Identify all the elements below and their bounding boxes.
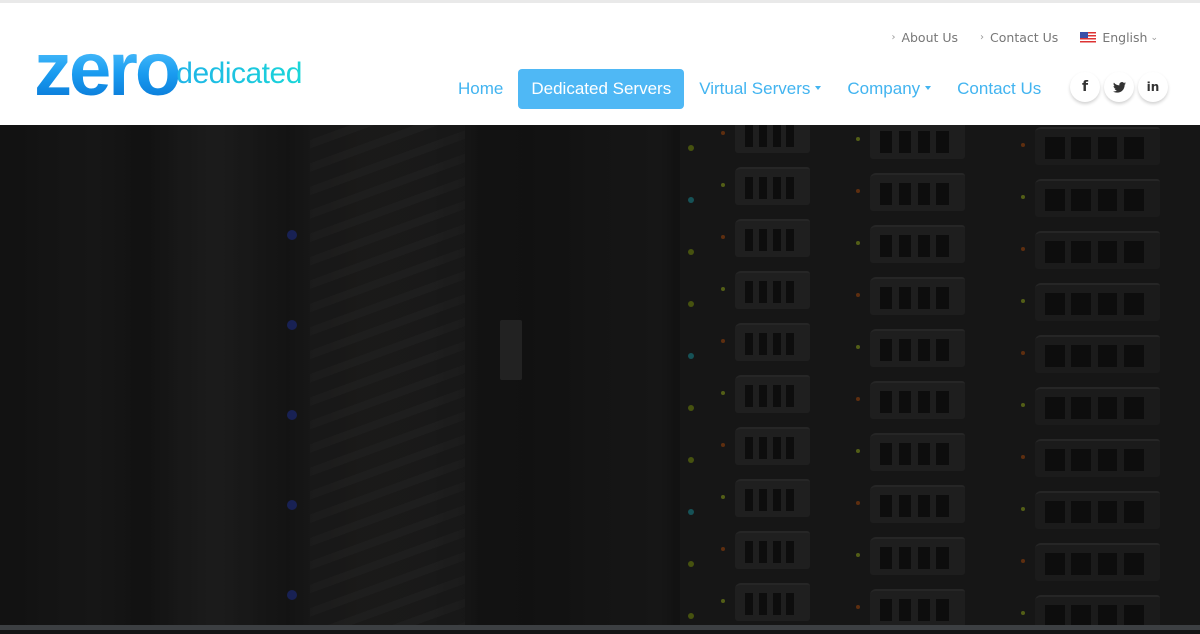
twitter-icon [1112,81,1126,93]
nav-label: Home [458,79,504,98]
chevron-right-icon: › [891,32,896,43]
nav-label: Virtual Servers [699,79,811,98]
caret-down-icon [925,85,932,90]
nav-company[interactable]: Company [836,69,942,109]
linkedin-button[interactable]: in [1138,72,1168,102]
twitter-button[interactable] [1104,72,1134,102]
linkedin-icon: in [1146,80,1160,94]
nav-dedicated-servers[interactable]: Dedicated Servers [518,69,685,109]
hero-banner [0,125,1200,625]
site-header: zero dedicated › About Us › Contact Us E… [0,3,1200,125]
social-links: f in [1070,72,1172,102]
logo-main-text: zero [34,27,181,112]
nav-label: Company [847,79,921,98]
nav-virtual-servers[interactable]: Virtual Servers [688,69,832,109]
language-label: English [1102,30,1148,45]
chevron-right-icon: › [980,32,985,43]
bottom-edge [0,630,1200,634]
utility-link-about-us[interactable]: › About Us [891,30,958,45]
hero-overlay [0,125,1200,625]
utility-nav: › About Us › Contact Us English ⌄ [869,30,1158,45]
us-flag-icon [1080,32,1097,43]
nav-contact-us[interactable]: Contact Us [946,69,1052,109]
nav-label: Dedicated Servers [531,79,672,98]
facebook-button[interactable]: f [1070,72,1100,102]
nav-label: Contact Us [957,79,1042,98]
chevron-down-icon: ⌄ [1150,32,1158,43]
utility-link-label: Contact Us [990,30,1059,45]
nav-home[interactable]: Home [447,69,514,109]
utility-link-contact-us[interactable]: › Contact Us [980,30,1058,45]
language-selector[interactable]: English ⌄ [1080,30,1158,45]
site-logo[interactable]: zero dedicated [34,27,302,112]
caret-down-icon [815,85,822,90]
main-nav: Home Dedicated Servers Virtual Servers C… [447,69,1056,109]
logo-sub-text: dedicated [176,57,302,90]
utility-link-label: About Us [901,30,959,45]
facebook-icon: f [1081,79,1089,95]
